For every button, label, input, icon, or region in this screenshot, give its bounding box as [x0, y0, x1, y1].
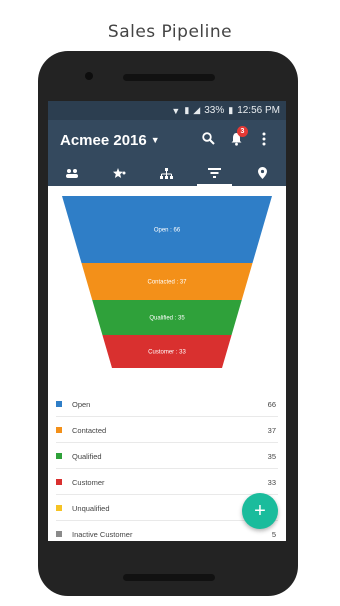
phone-frame: ▼ ▮ ◢ 33% ▮ 12:56 PM Acmee 2016 ▼ 3 Open… — [38, 51, 298, 596]
tab-location[interactable] — [238, 160, 286, 186]
legend-swatch — [56, 479, 62, 485]
notification-badge: 3 — [237, 125, 248, 137]
legend-swatch — [56, 453, 62, 459]
tab-hierarchy[interactable] — [143, 160, 191, 186]
wifi-icon: ▼ — [171, 105, 181, 116]
legend-item[interactable]: Inactive Customer 5 — [56, 521, 278, 541]
funnel-label-open: Open : 66 — [154, 228, 181, 234]
legend-value: 5 — [271, 530, 276, 539]
legend-swatch — [56, 505, 62, 511]
team-icon — [65, 169, 78, 178]
funnel-chart: Open : 66 Contacted : 37 Qualified : 35 Cus… — [48, 186, 286, 386]
funnel-label-qualified: Qualified : 35 — [149, 316, 185, 322]
legend-swatch — [56, 427, 62, 433]
legend-label: Inactive Customer — [72, 530, 133, 539]
tab-favorites[interactable] — [96, 160, 144, 186]
funnel-filter-icon — [208, 168, 222, 178]
star-person-icon — [112, 167, 126, 178]
legend-item[interactable]: Customer 33 — [56, 469, 278, 495]
legend-item[interactable]: Contacted 37 — [56, 417, 278, 443]
chevron-down-icon: ▼ — [150, 135, 160, 145]
legend-value: 37 — [267, 426, 276, 435]
app-bar: Acmee 2016 ▼ 3 — [48, 120, 286, 160]
tab-bar — [48, 160, 286, 186]
add-fab-button[interactable]: + — [242, 493, 278, 529]
app-title: Acmee 2016 — [60, 131, 147, 149]
bottom-speaker — [123, 574, 215, 581]
legend-label: Customer — [72, 478, 105, 487]
legend-label: Contacted — [72, 426, 107, 435]
status-bar: ▼ ▮ ◢ 33% ▮ 12:56 PM — [48, 101, 286, 120]
battery-icon: ▮ — [228, 105, 234, 115]
more-options-icon[interactable] — [250, 132, 278, 149]
legend-value: 66 — [267, 400, 276, 409]
funnel-label-contacted: Contacted : 37 — [147, 280, 187, 286]
location-pin-icon — [257, 167, 267, 179]
app-screen: ▼ ▮ ◢ 33% ▮ 12:56 PM Acmee 2016 ▼ 3 Open… — [48, 101, 286, 541]
legend-value: 35 — [267, 452, 276, 461]
legend-swatch — [56, 401, 62, 407]
sim-icon: ▮ — [184, 105, 190, 115]
legend-item[interactable]: Qualified 35 — [56, 443, 278, 469]
page-caption: Sales Pipeline — [107, 22, 233, 42]
legend-value: 33 — [267, 478, 276, 487]
search-icon[interactable] — [194, 132, 222, 148]
funnel-label-customer: Customer : 33 — [148, 350, 186, 356]
legend-label: Qualified — [72, 452, 102, 461]
notification-bell-icon[interactable]: 3 — [222, 125, 250, 149]
tab-team[interactable] — [48, 160, 96, 186]
tab-pipeline[interactable] — [191, 160, 239, 186]
legend-swatch — [56, 531, 62, 537]
top-speaker — [123, 74, 215, 81]
legend-label: Open — [72, 400, 91, 409]
battery-percentage: 33% — [204, 105, 225, 116]
legend-label: Unqualified — [72, 504, 110, 513]
legend-item[interactable]: Open 66 — [56, 391, 278, 417]
signal-icon: ◢ — [193, 105, 201, 115]
account-selector[interactable]: Acmee 2016 ▼ — [60, 132, 160, 149]
front-camera — [85, 72, 93, 80]
clock-time: 12:56 PM — [237, 105, 280, 116]
hierarchy-icon — [160, 167, 174, 179]
